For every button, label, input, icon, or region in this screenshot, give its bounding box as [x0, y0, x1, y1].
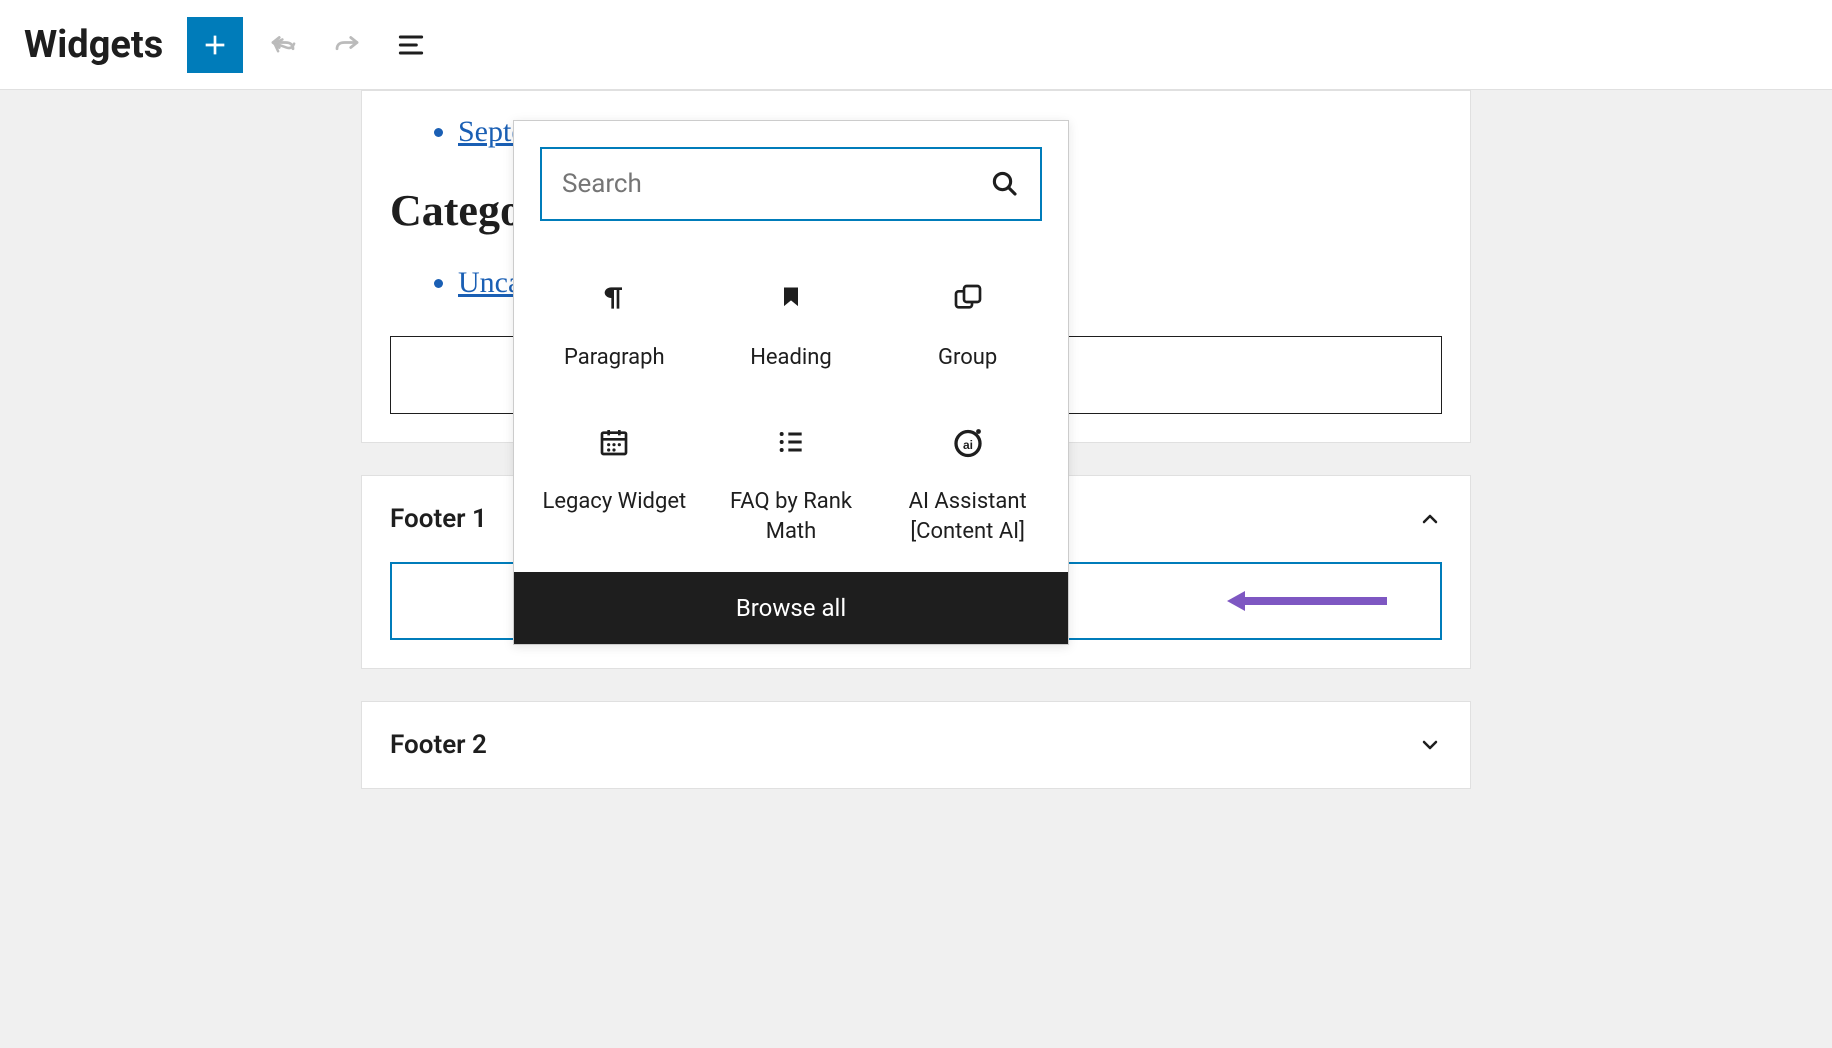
ai-icon: ai	[950, 424, 986, 460]
block-item-legacy-widget[interactable]: Legacy Widget	[528, 411, 701, 552]
widget-area-title: Footer 2	[390, 730, 487, 760]
redo-button[interactable]	[323, 21, 371, 69]
block-label: FAQ by Rank Math	[709, 487, 874, 546]
content-area: September 2023 Categories Uncategorized …	[0, 90, 1832, 789]
calendar-icon	[598, 426, 630, 458]
block-item-ai-assistant[interactable]: ai AI Assistant [Content AI]	[881, 411, 1054, 552]
undo-button[interactable]	[259, 21, 307, 69]
footer-2-widget-area: Footer 2	[361, 701, 1471, 789]
block-inserter-popover: Paragraph Heading Group	[513, 120, 1069, 645]
block-label: Group	[938, 343, 997, 373]
top-toolbar: Widgets	[0, 0, 1832, 90]
arrow-annotation	[1227, 589, 1387, 613]
add-block-button[interactable]	[187, 17, 243, 73]
plus-icon	[199, 29, 231, 61]
block-label: AI Assistant [Content AI]	[885, 487, 1050, 546]
svg-text:ai: ai	[963, 438, 973, 452]
list-icon	[775, 426, 807, 458]
search-icon	[990, 169, 1020, 199]
list-view-icon	[395, 29, 427, 61]
widget-area-header[interactable]: Footer 2	[362, 702, 1470, 788]
block-item-faq-rank-math[interactable]: FAQ by Rank Math	[705, 411, 878, 552]
heading-icon	[777, 282, 805, 314]
blocks-grid: Paragraph Heading Group	[514, 237, 1068, 572]
widget-area-title: Footer 1	[390, 504, 487, 534]
chevron-down-icon	[1418, 733, 1442, 757]
block-item-group[interactable]: Group	[881, 267, 1054, 407]
block-label: Legacy Widget	[542, 487, 686, 517]
search-box	[540, 147, 1042, 221]
redo-icon	[332, 30, 362, 60]
paragraph-icon	[598, 282, 630, 314]
search-input[interactable]	[562, 169, 990, 199]
block-label: Heading	[750, 343, 832, 373]
browse-all-button[interactable]: Browse all	[514, 572, 1068, 644]
block-label: Paragraph	[564, 343, 665, 373]
group-icon	[952, 282, 984, 314]
page-title: Widgets	[24, 23, 163, 67]
block-item-heading[interactable]: Heading	[705, 267, 878, 407]
chevron-up-icon	[1418, 507, 1442, 531]
list-view-button[interactable]	[387, 21, 435, 69]
undo-icon	[268, 30, 298, 60]
block-item-paragraph[interactable]: Paragraph	[528, 267, 701, 407]
